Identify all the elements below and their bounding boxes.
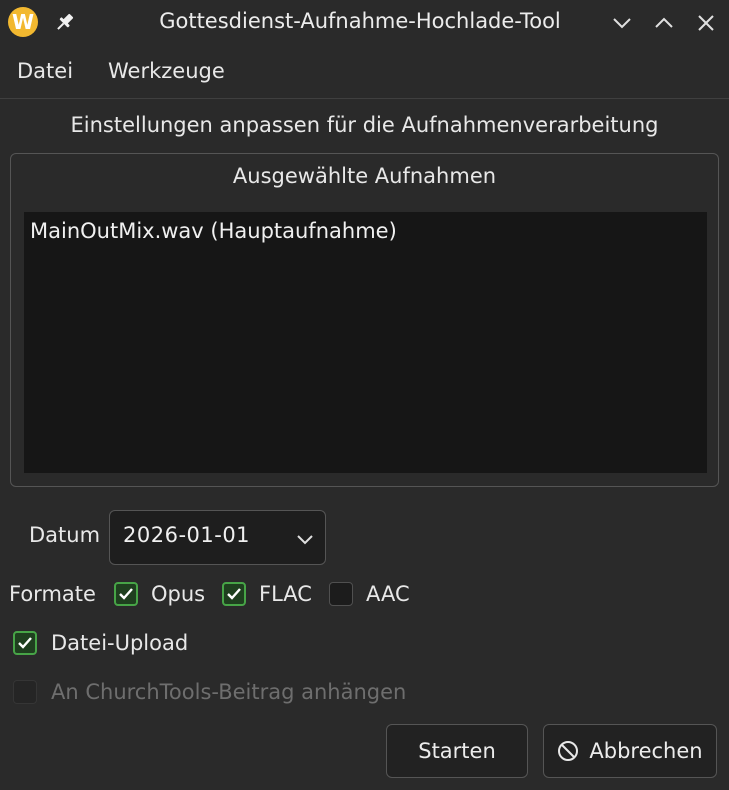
formats-label: Formate <box>9 582 96 606</box>
recordings-group: Ausgewählte Aufnahmen MainOutMix.wav (Ha… <box>10 153 719 487</box>
recordings-group-title: Ausgewählte Aufnahmen <box>232 164 497 188</box>
churchtools-label: An ChurchTools-Beitrag anhängen <box>51 680 407 704</box>
opus-checkbox[interactable] <box>114 582 138 606</box>
upload-checkbox[interactable] <box>13 631 37 655</box>
maximize-icon[interactable] <box>653 12 675 34</box>
menu-bar: Datei Werkzeuge <box>0 46 729 99</box>
date-combobox[interactable]: 2026-01-01 <box>109 510 326 565</box>
churchtools-checkbox <box>13 680 37 704</box>
minimize-icon[interactable] <box>611 12 633 34</box>
list-item[interactable]: MainOutMix.wav (Hauptaufnahme) <box>30 219 397 243</box>
chevron-down-icon <box>295 529 315 549</box>
upload-label: Datei-Upload <box>51 631 189 655</box>
date-value: 2026-01-01 <box>123 523 251 547</box>
aac-checkbox[interactable] <box>329 582 353 606</box>
aac-label: AAC <box>366 582 410 606</box>
close-icon[interactable] <box>695 12 717 34</box>
flac-label: FLAC <box>259 582 312 606</box>
page-heading: Einstellungen anpassen für die Aufnahmen… <box>70 113 659 137</box>
app-logo-icon: W <box>8 7 38 37</box>
flac-checkbox[interactable] <box>222 582 246 606</box>
start-button-label: Starten <box>418 739 496 763</box>
opus-label: Opus <box>151 582 206 606</box>
recordings-list[interactable]: MainOutMix.wav (Hauptaufnahme) <box>24 212 707 473</box>
pin-icon[interactable] <box>54 11 76 33</box>
cancel-button-label: Abbrechen <box>589 739 703 763</box>
cancel-icon <box>557 740 579 762</box>
date-label: Datum <box>29 523 101 547</box>
cancel-button[interactable]: Abbrechen <box>543 724 717 778</box>
title-bar: W Gottesdienst-Aufnahme-Hochlade-Tool <box>0 0 729 46</box>
menu-werkzeuge[interactable]: Werkzeuge <box>108 59 225 83</box>
window-title: Gottesdienst-Aufnahme-Hochlade-Tool <box>159 9 561 33</box>
start-button[interactable]: Starten <box>386 724 528 778</box>
menu-datei[interactable]: Datei <box>17 59 73 83</box>
